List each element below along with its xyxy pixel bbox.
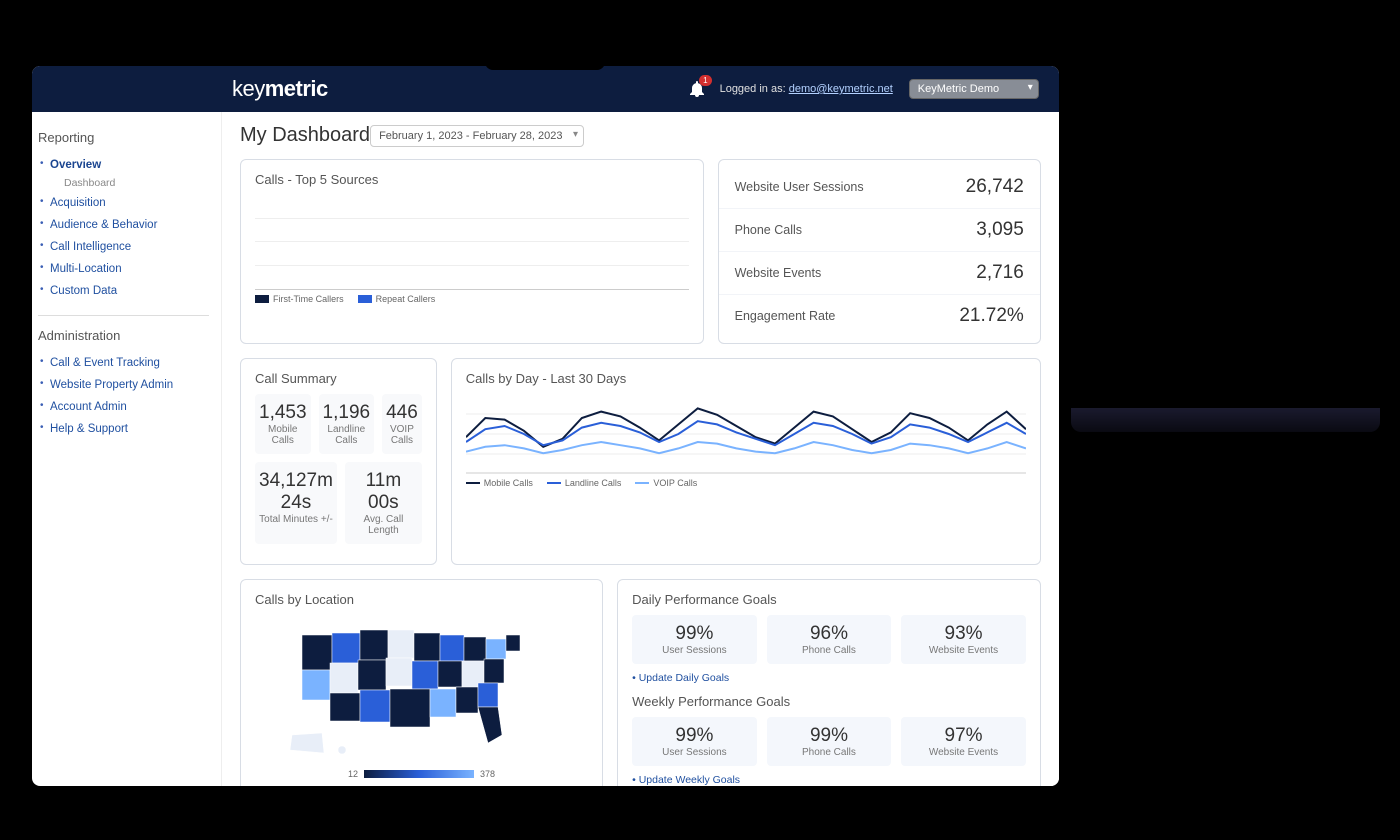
legend-first-time: First-Time Callers: [255, 294, 344, 304]
summary-title: Call Summary: [255, 371, 422, 386]
summary-cell: 446VOIP Calls: [382, 394, 422, 454]
summary-cell: 34,127m 24sTotal Minutes +/-: [255, 462, 337, 544]
sidebar-item-call-intelligence[interactable]: Call Intelligence: [38, 235, 221, 257]
calls-by-day-chart: [466, 394, 1026, 474]
kpi-row: Website Events2,716: [719, 252, 1040, 295]
date-range-select[interactable]: February 1, 2023 - February 28, 2023: [370, 125, 584, 147]
sidebar-item-acquisition[interactable]: Acquisition: [38, 191, 221, 213]
sidebar-item-multi-location[interactable]: Multi-Location: [38, 257, 221, 279]
sidebar-item-audience[interactable]: Audience & Behavior: [38, 213, 221, 235]
card-top-sources: Calls - Top 5 Sources First-Time Callers…: [240, 159, 704, 344]
sidebar: Reporting Overview Dashboard Acquisition…: [32, 112, 222, 786]
card-performance-goals: Daily Performance Goals 99%User Sessions…: [617, 579, 1041, 786]
top-bar: keymetric 1 Logged in as: demo@keymetric…: [32, 66, 1059, 112]
us-map-icon: [282, 615, 562, 765]
legend-voip: VOIP Calls: [635, 478, 697, 488]
goal-cell: 96%Phone Calls: [767, 615, 892, 664]
byday-title: Calls by Day - Last 30 Days: [466, 371, 1026, 386]
weekly-goals-title: Weekly Performance Goals: [632, 694, 1026, 709]
sidebar-item-account-admin[interactable]: Account Admin: [38, 395, 221, 417]
notification-badge: 1: [699, 75, 711, 86]
sidebar-section-admin: Administration: [38, 328, 221, 343]
sidebar-section-reporting: Reporting: [38, 130, 221, 145]
update-daily-goals-link[interactable]: Update Daily Goals: [632, 672, 729, 684]
summary-cell: 1,453Mobile Calls: [255, 394, 311, 454]
kpi-row: Phone Calls3,095: [719, 209, 1040, 252]
logged-in-user-link[interactable]: demo@keymetric.net: [789, 83, 893, 95]
legend-repeat: Repeat Callers: [358, 294, 436, 304]
map-min: 12: [348, 769, 358, 779]
goal-cell: 99%Phone Calls: [767, 717, 892, 766]
card-calls-by-day: Calls by Day - Last 30 Days Mobile Calls…: [451, 358, 1041, 565]
brand-logo: keymetric: [232, 76, 328, 102]
sidebar-item-custom-data[interactable]: Custom Data: [38, 279, 221, 301]
sidebar-item-help[interactable]: Help & Support: [38, 417, 221, 439]
legend-landline: Landline Calls: [547, 478, 622, 488]
goal-cell: 97%Website Events: [901, 717, 1026, 766]
page-title: My Dashboard: [240, 124, 370, 147]
top-sources-title: Calls - Top 5 Sources: [255, 172, 689, 187]
goal-cell: 99%User Sessions: [632, 717, 757, 766]
goal-cell: 93%Website Events: [901, 615, 1026, 664]
goal-cell: 99%User Sessions: [632, 615, 757, 664]
update-weekly-goals-link[interactable]: Update Weekly Goals: [632, 774, 740, 786]
location-title: Calls by Location: [255, 592, 588, 607]
daily-goals-title: Daily Performance Goals: [632, 592, 1026, 607]
map-gradient-icon: [364, 770, 474, 778]
card-kpis: Website User Sessions26,742Phone Calls3,…: [718, 159, 1041, 344]
account-select[interactable]: KeyMetric Demo: [909, 79, 1039, 99]
summary-cell: 1,196Landline Calls: [319, 394, 375, 454]
summary-cell: 11m 00sAvg. Call Length: [345, 462, 422, 544]
sidebar-item-call-tracking[interactable]: Call & Event Tracking: [38, 351, 221, 373]
card-call-summary: Call Summary 1,453Mobile Calls1,196Landl…: [240, 358, 437, 565]
sidebar-item-overview[interactable]: Overview: [38, 153, 221, 175]
map-max: 378: [480, 769, 495, 779]
logged-in-label: Logged in as: demo@keymetric.net: [720, 83, 893, 95]
top-sources-chart: [255, 195, 689, 290]
sidebar-item-website-admin[interactable]: Website Property Admin: [38, 373, 221, 395]
legend-mobile: Mobile Calls: [466, 478, 533, 488]
sidebar-subitem-dashboard[interactable]: Dashboard: [38, 175, 221, 191]
kpi-row: Website User Sessions26,742: [719, 166, 1040, 209]
kpi-row: Engagement Rate21.72%: [719, 295, 1040, 337]
card-calls-by-location: Calls by Location: [240, 579, 603, 786]
notifications-bell-icon[interactable]: 1: [690, 81, 704, 97]
